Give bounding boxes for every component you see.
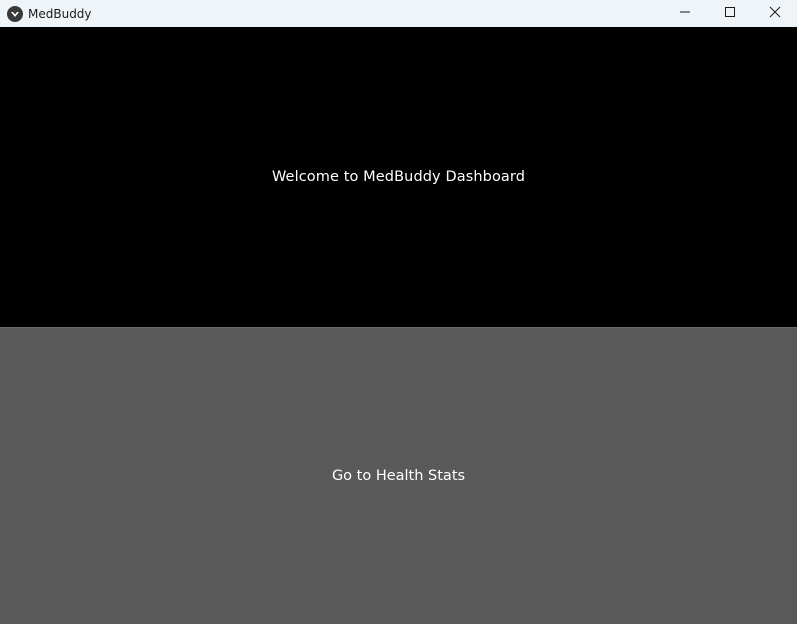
close-icon — [769, 6, 780, 17]
app-window: MedBuddy Welcome to MedBuddy Dashboard G… — [0, 0, 797, 624]
window-title: MedBuddy — [28, 6, 92, 21]
minimize-button[interactable] — [662, 0, 707, 23]
title-bar[interactable]: MedBuddy — [0, 0, 797, 27]
maximize-icon — [724, 6, 735, 17]
health-stats-button[interactable]: Go to Health Stats — [0, 327, 797, 624]
maximize-button[interactable] — [707, 0, 752, 23]
welcome-panel: Welcome to MedBuddy Dashboard — [0, 27, 797, 327]
app-logo-icon — [7, 5, 23, 22]
window-controls — [662, 0, 797, 27]
dashboard-content: Welcome to MedBuddy Dashboard Go to Heal… — [0, 27, 797, 624]
minimize-icon — [679, 11, 690, 12]
close-button[interactable] — [752, 0, 797, 23]
health-stats-button-label: Go to Health Stats — [331, 468, 466, 484]
welcome-label: Welcome to MedBuddy Dashboard — [271, 169, 526, 185]
